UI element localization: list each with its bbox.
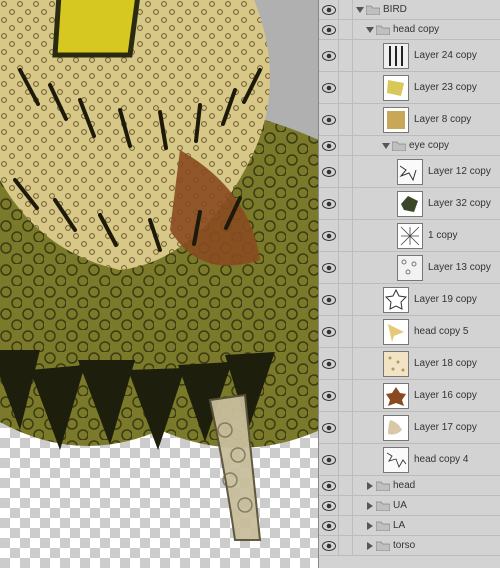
chevron-down-icon[interactable]: [381, 142, 391, 150]
visibility-toggle[interactable]: [319, 496, 339, 515]
layer-folder-torso[interactable]: torso: [319, 536, 500, 556]
layer-thumbnail: [383, 351, 409, 377]
layer-label: UA: [393, 500, 500, 511]
layer-row[interactable]: Layer 12 copy: [319, 156, 500, 188]
folder-icon: [376, 520, 390, 531]
visibility-toggle[interactable]: [319, 412, 339, 443]
layer-thumbnail: [397, 191, 423, 217]
layer-label: Layer 12 copy: [428, 166, 500, 177]
layer-label: 1 copy: [428, 230, 500, 241]
layer-row[interactable]: Layer 32 copy: [319, 188, 500, 220]
layers-panel: BIRD head copy Layer 24 copy Layer 23 co…: [318, 0, 500, 568]
layer-label: head: [393, 480, 500, 491]
chevron-down-icon[interactable]: [365, 26, 375, 34]
layer-thumbnail: [383, 43, 409, 69]
visibility-toggle[interactable]: [319, 136, 339, 155]
layer-folder-bird[interactable]: BIRD: [319, 0, 500, 20]
layer-row[interactable]: Layer 19 copy: [319, 284, 500, 316]
chevron-right-icon[interactable]: [365, 542, 375, 550]
folder-icon: [376, 540, 390, 551]
layer-row[interactable]: 1 copy: [319, 220, 500, 252]
visibility-toggle[interactable]: [319, 252, 339, 283]
layer-thumbnail: [397, 255, 423, 281]
layer-row[interactable]: Layer 16 copy: [319, 380, 500, 412]
visibility-toggle[interactable]: [319, 20, 339, 39]
layer-row[interactable]: Layer 23 copy: [319, 72, 500, 104]
layer-label: head copy 4: [414, 454, 500, 465]
folder-icon: [376, 24, 390, 35]
layer-row[interactable]: Layer 24 copy: [319, 40, 500, 72]
folder-icon: [376, 480, 390, 491]
visibility-toggle[interactable]: [319, 476, 339, 495]
layer-thumbnail: [383, 383, 409, 409]
layer-thumbnail: [383, 107, 409, 133]
folder-icon: [366, 4, 380, 15]
layer-label: torso: [393, 540, 500, 551]
layer-label: Layer 19 copy: [414, 294, 500, 305]
layer-folder-eye-copy[interactable]: eye copy: [319, 136, 500, 156]
chevron-down-icon[interactable]: [355, 6, 365, 14]
visibility-toggle[interactable]: [319, 536, 339, 555]
layer-label: eye copy: [409, 140, 500, 151]
folder-icon: [376, 500, 390, 511]
layer-folder-ua[interactable]: UA: [319, 496, 500, 516]
layer-row[interactable]: Layer 17 copy: [319, 412, 500, 444]
layer-label: Layer 13 copy: [428, 262, 500, 273]
visibility-toggle[interactable]: [319, 444, 339, 475]
visibility-toggle[interactable]: [319, 516, 339, 535]
layer-row[interactable]: head copy 5: [319, 316, 500, 348]
layer-thumbnail: [383, 75, 409, 101]
visibility-toggle[interactable]: [319, 220, 339, 251]
layer-folder-la[interactable]: LA: [319, 516, 500, 536]
layer-label: Layer 8 copy: [414, 114, 500, 125]
layer-label: Layer 16 copy: [414, 390, 500, 401]
layer-row[interactable]: Layer 18 copy: [319, 348, 500, 380]
layer-label: Layer 18 copy: [414, 358, 500, 369]
visibility-toggle[interactable]: [319, 40, 339, 71]
layer-thumbnail: [383, 287, 409, 313]
layer-label: Layer 17 copy: [414, 422, 500, 433]
visibility-toggle[interactable]: [319, 348, 339, 379]
chevron-right-icon[interactable]: [365, 482, 375, 490]
layer-label: head copy 5: [414, 326, 500, 337]
layer-thumbnail: [383, 415, 409, 441]
visibility-toggle[interactable]: [319, 0, 339, 19]
layer-folder-head[interactable]: head: [319, 476, 500, 496]
layer-label: Layer 23 copy: [414, 82, 500, 93]
visibility-toggle[interactable]: [319, 104, 339, 135]
visibility-toggle[interactable]: [319, 380, 339, 411]
layer-label: LA: [393, 520, 500, 531]
layer-thumbnail: [383, 319, 409, 345]
layer-label: BIRD: [383, 4, 500, 15]
layer-thumbnail: [383, 447, 409, 473]
chevron-right-icon[interactable]: [365, 502, 375, 510]
layer-folder-head-copy[interactable]: head copy: [319, 20, 500, 40]
visibility-toggle[interactable]: [319, 188, 339, 219]
visibility-toggle[interactable]: [319, 316, 339, 347]
layer-thumbnail: [397, 159, 423, 185]
chevron-right-icon[interactable]: [365, 522, 375, 530]
visibility-toggle[interactable]: [319, 72, 339, 103]
artwork: [0, 0, 318, 568]
document-canvas[interactable]: [0, 0, 318, 568]
layer-thumbnail: [397, 223, 423, 249]
visibility-toggle[interactable]: [319, 284, 339, 315]
layer-row[interactable]: Layer 13 copy: [319, 252, 500, 284]
layer-row[interactable]: head copy 4: [319, 444, 500, 476]
link-column: [339, 0, 353, 19]
folder-icon: [392, 140, 406, 151]
visibility-toggle[interactable]: [319, 156, 339, 187]
layer-row[interactable]: Layer 8 copy: [319, 104, 500, 136]
layer-label: Layer 32 copy: [428, 198, 500, 209]
layer-label: Layer 24 copy: [414, 50, 500, 61]
layer-label: head copy: [393, 24, 500, 35]
